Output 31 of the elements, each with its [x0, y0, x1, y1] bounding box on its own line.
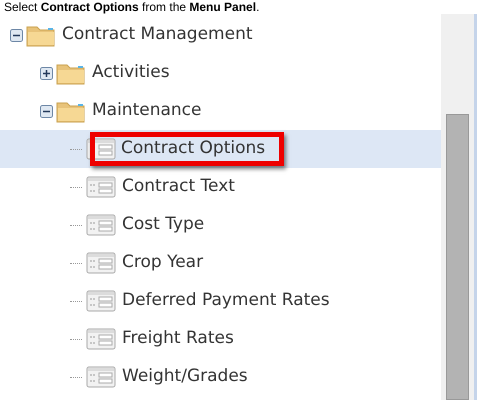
scrollbar-thumb[interactable] [446, 114, 469, 400]
tree-item-label[interactable]: Cost Type [122, 214, 204, 234]
tree-item-label[interactable]: Activities [92, 62, 170, 82]
form-icon [86, 365, 116, 389]
tree-item-label[interactable]: Contract Options [121, 136, 266, 162]
form-icon [86, 327, 116, 351]
tree-item-label[interactable]: Crop Year [122, 252, 204, 272]
tree-item-label[interactable]: Weight/Grades [122, 366, 248, 386]
form-icon [86, 289, 116, 313]
tree-row[interactable]: Maintenance [0, 92, 441, 130]
collapse-icon[interactable] [40, 104, 53, 118]
tree-row[interactable]: Deferred Payment Rates [0, 282, 441, 320]
instruction-text: Select Contract Options from the Menu Panel. [3, 0, 260, 14]
tree-item-label[interactable]: Contract Text [122, 176, 235, 196]
tree-item-label[interactable]: Freight Rates [122, 328, 234, 348]
form-icon [86, 175, 116, 199]
tree-row[interactable]: Contract Management [0, 16, 441, 54]
tree-row[interactable]: Freight Rates [0, 320, 441, 358]
tree-row[interactable]: Weight/Grades [0, 358, 441, 396]
tree-item-label[interactable]: Contract Management [62, 24, 253, 44]
collapse-icon[interactable] [10, 28, 23, 42]
tree-item-label[interactable]: Maintenance [92, 100, 202, 120]
tree-item-label[interactable]: Deferred Payment Rates [122, 290, 330, 310]
form-icon [86, 251, 116, 275]
tree-row[interactable]: Contract Text [0, 168, 441, 206]
form-icon [86, 213, 116, 237]
tree-row[interactable]: Crop Year [0, 244, 441, 282]
tree-row[interactable]: Activities [0, 54, 441, 92]
tree-row[interactable]: Cost Type [0, 206, 441, 244]
tree-row[interactable]: Contract Options [0, 130, 441, 168]
expand-icon[interactable] [40, 66, 53, 80]
